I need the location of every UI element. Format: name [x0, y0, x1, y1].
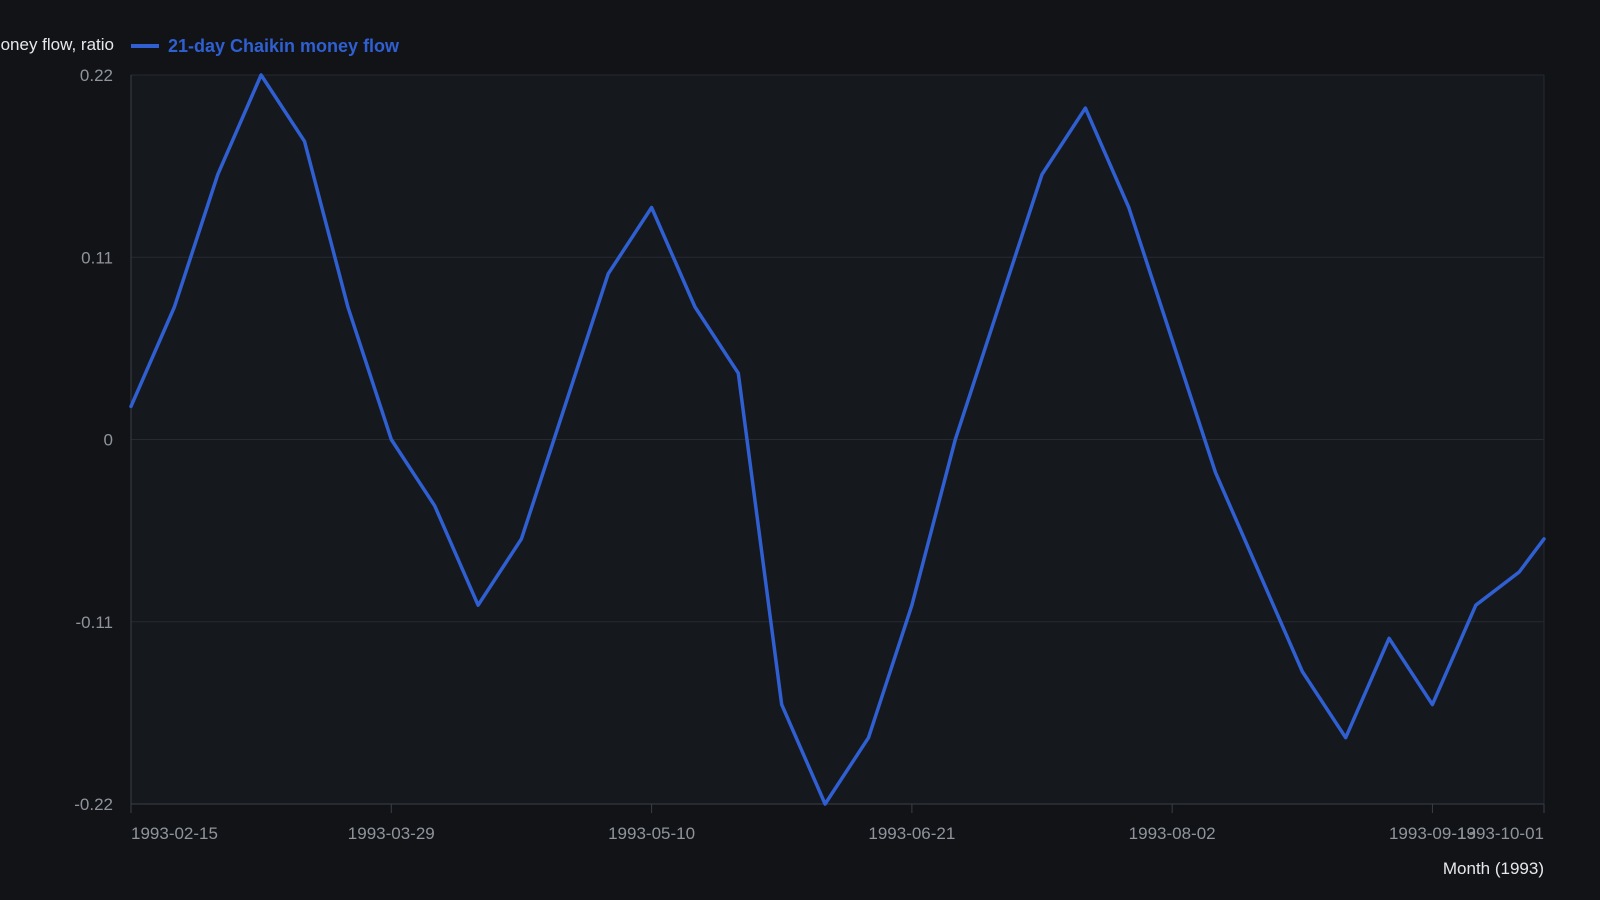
y-tick-label: -0.11 — [76, 613, 114, 632]
line-chart: -0.22 -0.11 0 0.11 0.22 1993-02-15 1993-03-29… — [0, 35, 1546, 878]
x-tick-label: 1993-02-15 — [131, 824, 218, 843]
x-tick-label: 1993-10-01 — [1457, 824, 1544, 843]
y-tick-label: 0.11 — [81, 248, 113, 267]
y-axis-title: Chaikin money flow, ratio — [0, 35, 114, 54]
x-tick-label: 1993-05-10 — [608, 824, 695, 843]
x-tick-labels: 1993-02-15 1993-03-29 1993-05-10 1993-06-21… — [130, 804, 1545, 843]
y-tick-label: 0 — [104, 431, 113, 450]
x-axis-title: Month (1993) — [1443, 859, 1544, 878]
chart-root: -0.22 -0.11 0 0.11 0.22 1993-02-15 1993-03-29… — [0, 0, 1600, 900]
y-tick-labels: -0.22 -0.11 0 0.11 0.22 — [74, 66, 113, 814]
x-tick-label: 1993-08-02 — [1129, 824, 1216, 843]
x-tick-label: 1993-06-21 — [868, 824, 955, 843]
y-tick-label: -0.22 — [74, 795, 113, 814]
x-tick-label: 1993-03-29 — [348, 824, 435, 843]
y-tick-label: 0.22 — [80, 66, 113, 85]
legend-label: 21-day Chaikin money flow — [168, 36, 400, 56]
